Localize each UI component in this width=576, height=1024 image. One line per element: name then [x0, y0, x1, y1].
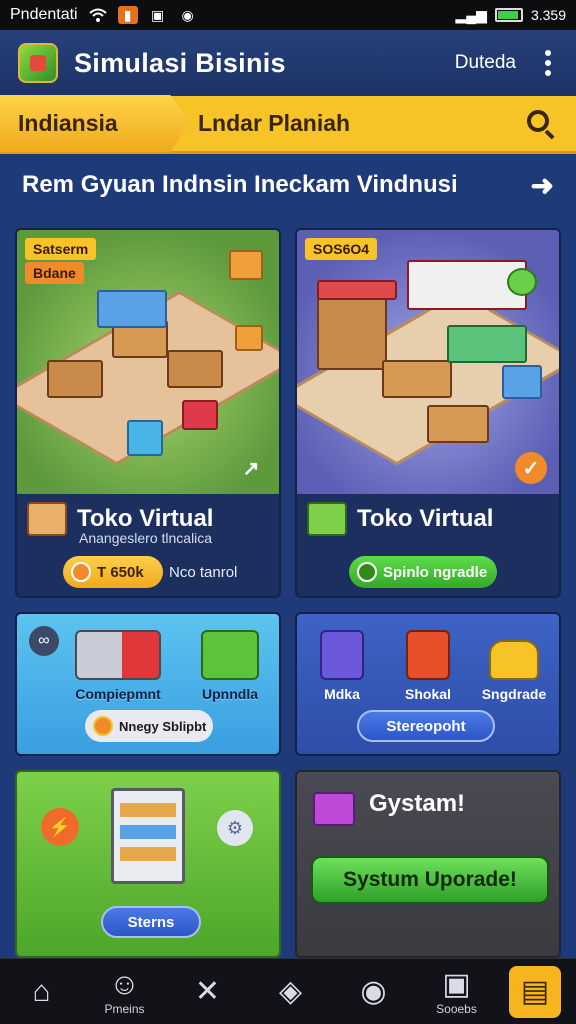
tablet-icon: ▣ — [442, 967, 471, 1001]
item-label: Upnndla — [202, 686, 258, 702]
card-title-row: Toko Virtual — [307, 502, 493, 536]
price-label: T 650k — [97, 563, 144, 581]
store-illustration: SOS6O4 ✓ — [297, 230, 559, 494]
inventory-card[interactable]: ∞ Compiepmnt Upnndla Nnegy Sblipbt — [15, 612, 281, 756]
tab-indiansia[interactable]: Indiansia — [0, 94, 190, 153]
banner[interactable]: Rem Gyuan Indnsin Ineckam Vindnusi ➜ — [0, 154, 576, 216]
nav-home[interactable]: ⌂ — [0, 959, 83, 1024]
tag-top: SOS6O4 — [305, 238, 378, 260]
shelf-cart-icon — [111, 788, 185, 884]
nav-tools[interactable]: ✕ — [166, 959, 249, 1024]
card-subtitle: Anangeslero tlncalica — [79, 530, 213, 546]
item-label: Shokal — [405, 686, 451, 702]
shop-card-2[interactable]: SOS6O4 ✓ Toko Virtual Spinlo ngradle — [295, 228, 561, 598]
nav-compass[interactable]: ◉ — [332, 959, 415, 1024]
nav-folder[interactable]: ▤ — [509, 965, 561, 1018]
arrow-right-icon[interactable]: ➜ — [531, 169, 554, 202]
refresh-icon — [357, 562, 377, 582]
item-upnndla[interactable]: Upnndla — [175, 630, 279, 702]
ticket-icon: ◈ — [278, 974, 303, 1008]
price-button[interactable]: T 650k — [63, 556, 163, 588]
status-bar: Pndentati ▮ ▣ ◉ ▂▄▆ 3.359 — [0, 0, 576, 30]
status-right: ▂▄▆ 3.359 — [456, 7, 567, 24]
app-logo-icon — [18, 43, 58, 83]
compass-icon: ◉ — [360, 974, 387, 1008]
user-name[interactable]: Duteda — [455, 52, 516, 74]
system-upgrade-button[interactable]: Systum Uporade! — [311, 856, 549, 904]
stock-card[interactable]: Mdka Shokal Sngdrade Stereopoht — [295, 612, 561, 756]
search-icon[interactable] — [524, 107, 558, 141]
tab-lndar-planiah[interactable]: Lndar Planiah — [198, 110, 350, 137]
store-button[interactable]: Stereopoht — [357, 710, 495, 742]
energy-button[interactable]: Nnegy Sblipbt — [85, 710, 213, 742]
wrench-icon: ⚙ — [217, 810, 253, 846]
tag-top: Satserm — [25, 238, 97, 260]
shopping-cart-icon — [75, 630, 161, 680]
expand-icon[interactable]: ↗ — [235, 452, 267, 484]
shop-box-icon — [27, 502, 67, 536]
card-title: Toko Virtual — [77, 505, 214, 532]
shop-card-1[interactable]: Satserm Bdane ↗ Toko Virtual Anangeslero… — [15, 228, 281, 598]
carrier-name: Pndentati — [10, 6, 78, 23]
notification-icon: ▮ — [117, 6, 138, 24]
item-compiepmnt[interactable]: Compiepmnt — [63, 630, 173, 702]
purple-box-icon — [320, 630, 364, 680]
item-label: Sngdrade — [481, 686, 547, 702]
nav-ticket[interactable]: ◈ — [249, 959, 332, 1024]
battery-icon — [494, 8, 523, 22]
clock: 3.359 — [530, 7, 566, 23]
red-crate-icon — [406, 630, 450, 680]
item-label: Compiepmnt — [75, 686, 161, 702]
system-title: Gystam! — [369, 790, 466, 817]
store-illustration: Satserm Bdane ↗ — [17, 230, 279, 494]
storage-card[interactable]: ⚡ ⚙ Sterns — [15, 770, 281, 958]
storage-button[interactable]: Sterns — [101, 906, 201, 938]
gallery-icon: ▣ — [150, 6, 165, 23]
car-icon — [489, 640, 539, 680]
tools-icon: ✕ — [194, 974, 221, 1008]
item-sngdrade[interactable]: Sngdrade — [459, 630, 559, 702]
check-icon[interactable]: ✓ — [515, 452, 547, 484]
lightning-icon: ⚡ — [41, 808, 79, 846]
arrow-icon — [93, 716, 113, 736]
card-extra-text: Nco tanrol — [169, 564, 238, 581]
more-menu-icon[interactable] — [538, 48, 558, 78]
cart-icon — [313, 792, 355, 826]
system-upgrade-label: Systum Uporade! — [343, 868, 517, 891]
app-bar: Simulasi Bisinis Duteda — [0, 30, 576, 96]
gift-box-icon — [201, 630, 259, 680]
nav-label: Sooebs — [436, 1001, 477, 1016]
banner-text: Rem Gyuan Indnsin Ineckam Vindnusi — [22, 171, 458, 198]
game-icon: ◉ — [181, 6, 194, 23]
system-card[interactable]: Gystam! Systum Uporade! — [295, 770, 561, 958]
upgrade-label: Spinlo ngradle — [383, 563, 488, 581]
bottom-nav: ⌂ ☺ Pmeins ✕ ◈ ◉ ▣ Sooebs ▤ — [0, 958, 576, 1024]
nav-tablet[interactable]: ▣ Sooebs — [415, 959, 498, 1024]
nav-label: Pmeins — [104, 1001, 145, 1016]
nav-people[interactable]: ☺ Pmeins — [83, 959, 166, 1024]
link-icon: ∞ — [29, 626, 59, 656]
card-tags: SOS6O4 — [305, 238, 378, 260]
upgrade-button[interactable]: Spinlo ngradle — [349, 556, 497, 588]
storage-label: Sterns — [127, 913, 175, 931]
store-label: Stereopoht — [386, 717, 466, 735]
home-icon: ⌂ — [32, 974, 51, 1008]
energy-label: Nnegy Sblipbt — [119, 718, 207, 734]
tag-bottom: Bdane — [25, 262, 84, 284]
card-tags: Satserm Bdane — [25, 238, 97, 284]
tab-bar: Indiansia Lndar Planiah — [0, 94, 576, 154]
coin-icon — [71, 562, 91, 582]
people-icon: ☺ — [109, 967, 140, 1001]
app-title: Simulasi Bisinis — [74, 47, 286, 78]
folder-icon: ▤ — [520, 974, 550, 1008]
item-label: Mdka — [324, 686, 360, 702]
status-icons: ▮ ▣ ◉ — [88, 6, 198, 24]
wifi-icon — [88, 6, 108, 24]
shop-box-icon — [307, 502, 347, 536]
card-title: Toko Virtual — [357, 505, 494, 532]
signal-icon: ▂▄▆ — [455, 6, 487, 23]
